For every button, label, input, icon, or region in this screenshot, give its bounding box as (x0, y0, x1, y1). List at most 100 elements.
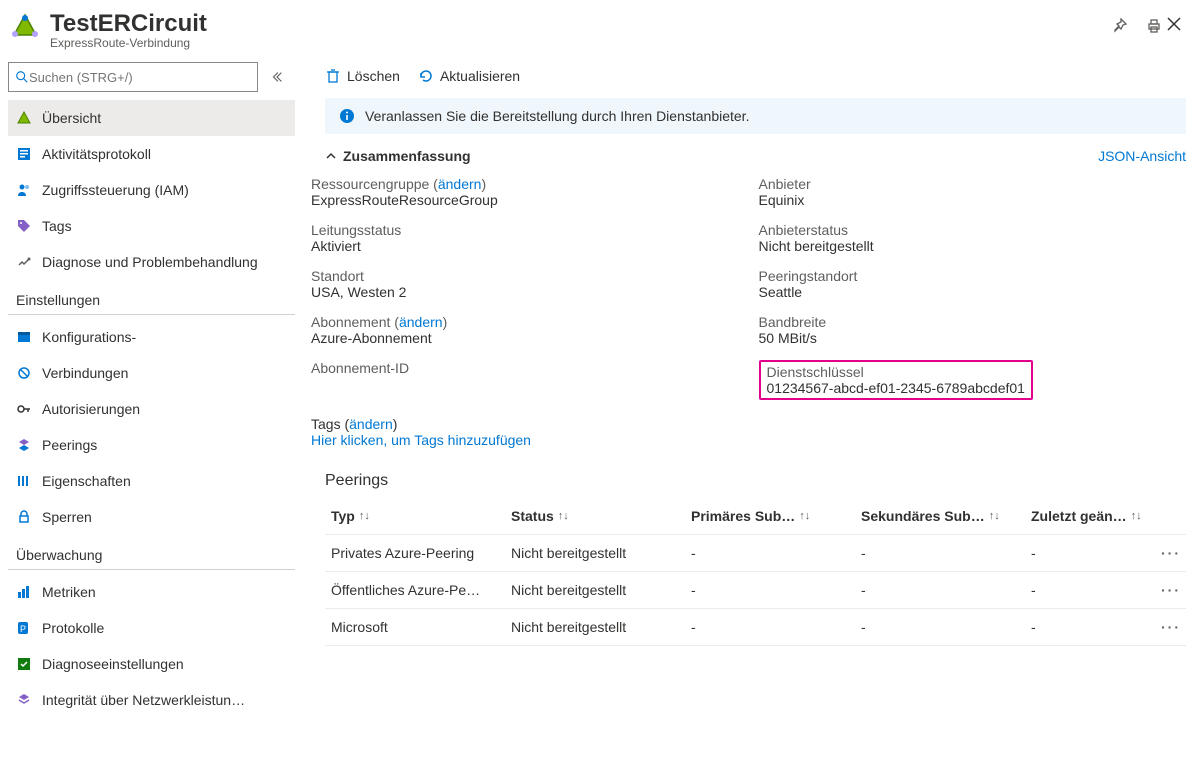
properties-icon (16, 473, 32, 489)
change-subscription-link[interactable]: ändern (399, 314, 443, 330)
info-icon (339, 108, 355, 124)
table-header[interactable]: Typ↑↓ (331, 508, 511, 524)
tags-row: Tags (ändern) Hier klicken, um Tags hinz… (295, 414, 1186, 458)
service-key-highlight: Dienstschlüssel 01234567-abcd-ef01-2345-… (759, 360, 1033, 400)
sidebar-item-diag-settings[interactable]: Diagnoseeinstellungen (8, 646, 295, 682)
table-header[interactable]: Status↑↓ (511, 508, 691, 524)
refresh-button[interactable]: Aktualisieren (418, 68, 520, 84)
sidebar-item-connections[interactable]: Verbindungen (8, 355, 295, 391)
sort-icon: ↑↓ (1131, 510, 1142, 522)
summary-grid: Ressourcengruppe (ändern) ExpressRouteRe… (295, 170, 1186, 414)
row-more-button[interactable]: ··· (1151, 619, 1181, 635)
collapse-sidebar-button[interactable] (268, 68, 286, 86)
service-key-value: 01234567-abcd-ef01-2345-6789abcdef01 (767, 380, 1025, 396)
sidebar-section-settings: Einstellungen (8, 280, 295, 315)
sidebar-item-triangle[interactable]: Übersicht (8, 100, 295, 136)
sidebar-item-label: Diagnoseeinstellungen (42, 656, 184, 672)
iam-icon (16, 182, 32, 198)
print-button[interactable] (1144, 16, 1164, 36)
sidebar-item-label: Sperren (42, 509, 92, 525)
auth-icon (16, 401, 32, 417)
sidebar-item-metrics[interactable]: Metriken (8, 574, 295, 610)
delete-button[interactable]: Löschen (325, 68, 400, 84)
row-more-button[interactable]: ··· (1151, 545, 1181, 561)
table-header[interactable]: Primäres Sub…↑↓ (691, 508, 861, 524)
sidebar-item-label: Protokolle (42, 620, 104, 636)
sidebar-item-tag[interactable]: Tags (8, 208, 295, 244)
config-icon (16, 329, 32, 345)
resource-group-link[interactable]: ExpressRouteResourceGroup (311, 192, 739, 208)
sidebar-item-activity-log[interactable]: Aktivitätsprotokoll (8, 136, 295, 172)
resource-icon (8, 10, 42, 44)
sidebar-section-monitoring: Überwachung (8, 535, 295, 570)
sidebar-item-logs[interactable]: P Protokolle (8, 610, 295, 646)
sidebar-item-iam[interactable]: Zugriffssteuerung (IAM) (8, 172, 295, 208)
connections-icon (16, 365, 32, 381)
triangle-icon (16, 110, 32, 126)
peerings-icon (16, 437, 32, 453)
chevron-up-icon (325, 150, 337, 162)
banner-text: Veranlassen Sie die Bereitstellung durch… (365, 108, 749, 124)
search-box[interactable] (8, 62, 258, 92)
refresh-icon (418, 68, 434, 84)
lock-icon (16, 509, 32, 525)
row-more-button[interactable]: ··· (1151, 582, 1181, 598)
json-view-link[interactable]: JSON-Ansicht (1098, 148, 1186, 164)
svg-text:P: P (20, 624, 26, 634)
page-title: TestERCircuit (50, 10, 1100, 38)
sidebar-item-label: Eigenschaften (42, 473, 131, 489)
change-tags-link[interactable]: ändern (349, 416, 393, 432)
sidebar-item-config[interactable]: Konfigurations- (8, 319, 295, 355)
page-subtitle: ExpressRoute-Verbindung (50, 36, 1100, 50)
sidebar-item-peerings[interactable]: Peerings (8, 427, 295, 463)
add-tags-link[interactable]: Hier klicken, um Tags hinzuzufügen (311, 432, 531, 448)
table-header[interactable]: Zuletzt geän…↑↓ (1031, 508, 1151, 524)
sidebar-item-label: Tags (42, 218, 72, 234)
sidebar-item-label: Zugriffssteuerung (IAM) (42, 182, 189, 198)
sidebar-item-label: Aktivitätsprotokoll (42, 146, 151, 162)
logs-icon: P (16, 620, 32, 636)
sidebar: Übersicht Aktivitätsprotokoll Zugriffssteu… (0, 58, 295, 772)
table-row[interactable]: Öffentliches Azure-Pe…Nicht bereitgestel… (325, 572, 1186, 609)
network-health-icon (16, 692, 32, 708)
page-header: TestERCircuit ExpressRoute-Verbindung (0, 0, 1200, 58)
sidebar-item-label: Übersicht (42, 110, 101, 126)
subscription-link[interactable]: Azure-Abonnement (311, 330, 739, 346)
metrics-icon (16, 584, 32, 600)
sidebar-item-network-health[interactable]: Integrität über Netzwerkleistun… (8, 682, 295, 718)
sidebar-item-label: Verbindungen (42, 365, 128, 381)
toolbar: Löschen Aktualisieren (295, 58, 1186, 94)
sidebar-item-label: Peerings (42, 437, 97, 453)
sidebar-item-label: Integrität über Netzwerkleistun… (42, 692, 245, 708)
peerings-table: Typ↑↓Status↑↓Primäres Sub…↑↓Sekundäres S… (325, 498, 1186, 646)
search-input[interactable] (29, 70, 251, 85)
sort-icon: ↑↓ (799, 510, 810, 522)
sidebar-item-label: Diagnose und Problembehandlung (42, 254, 258, 270)
table-row[interactable]: MicrosoftNicht bereitgestellt---··· (325, 609, 1186, 646)
sidebar-item-label: Autorisierungen (42, 401, 140, 417)
sidebar-item-properties[interactable]: Eigenschaften (8, 463, 295, 499)
diag-settings-icon (16, 656, 32, 672)
change-resource-group-link[interactable]: ändern (438, 176, 482, 192)
sort-icon: ↑↓ (359, 510, 370, 522)
info-banner: Veranlassen Sie die Bereitstellung durch… (325, 98, 1186, 134)
sort-icon: ↑↓ (989, 510, 1000, 522)
sidebar-item-lock[interactable]: Sperren (8, 499, 295, 535)
activity-log-icon (16, 146, 32, 162)
content-pane: Löschen Aktualisieren Veranlassen Sie di… (295, 58, 1200, 772)
table-row[interactable]: Privates Azure-PeeringNicht bereitgestel… (325, 535, 1186, 572)
sidebar-item-auth[interactable]: Autorisierungen (8, 391, 295, 427)
search-icon (15, 70, 29, 84)
sidebar-item-diagnose[interactable]: Diagnose und Problembehandlung (8, 244, 295, 280)
close-button[interactable] (1164, 14, 1184, 34)
table-header[interactable]: Sekundäres Sub…↑↓ (861, 508, 1031, 524)
diagnose-icon (16, 254, 32, 270)
delete-icon (325, 68, 341, 84)
sort-icon: ↑↓ (558, 510, 569, 522)
sidebar-item-label: Metriken (42, 584, 96, 600)
peerings-title: Peerings (295, 458, 1186, 498)
tag-icon (16, 218, 32, 234)
sidebar-item-label: Konfigurations- (42, 329, 136, 345)
summary-toggle[interactable]: Zusammenfassung (325, 148, 471, 164)
pin-button[interactable] (1110, 16, 1130, 36)
